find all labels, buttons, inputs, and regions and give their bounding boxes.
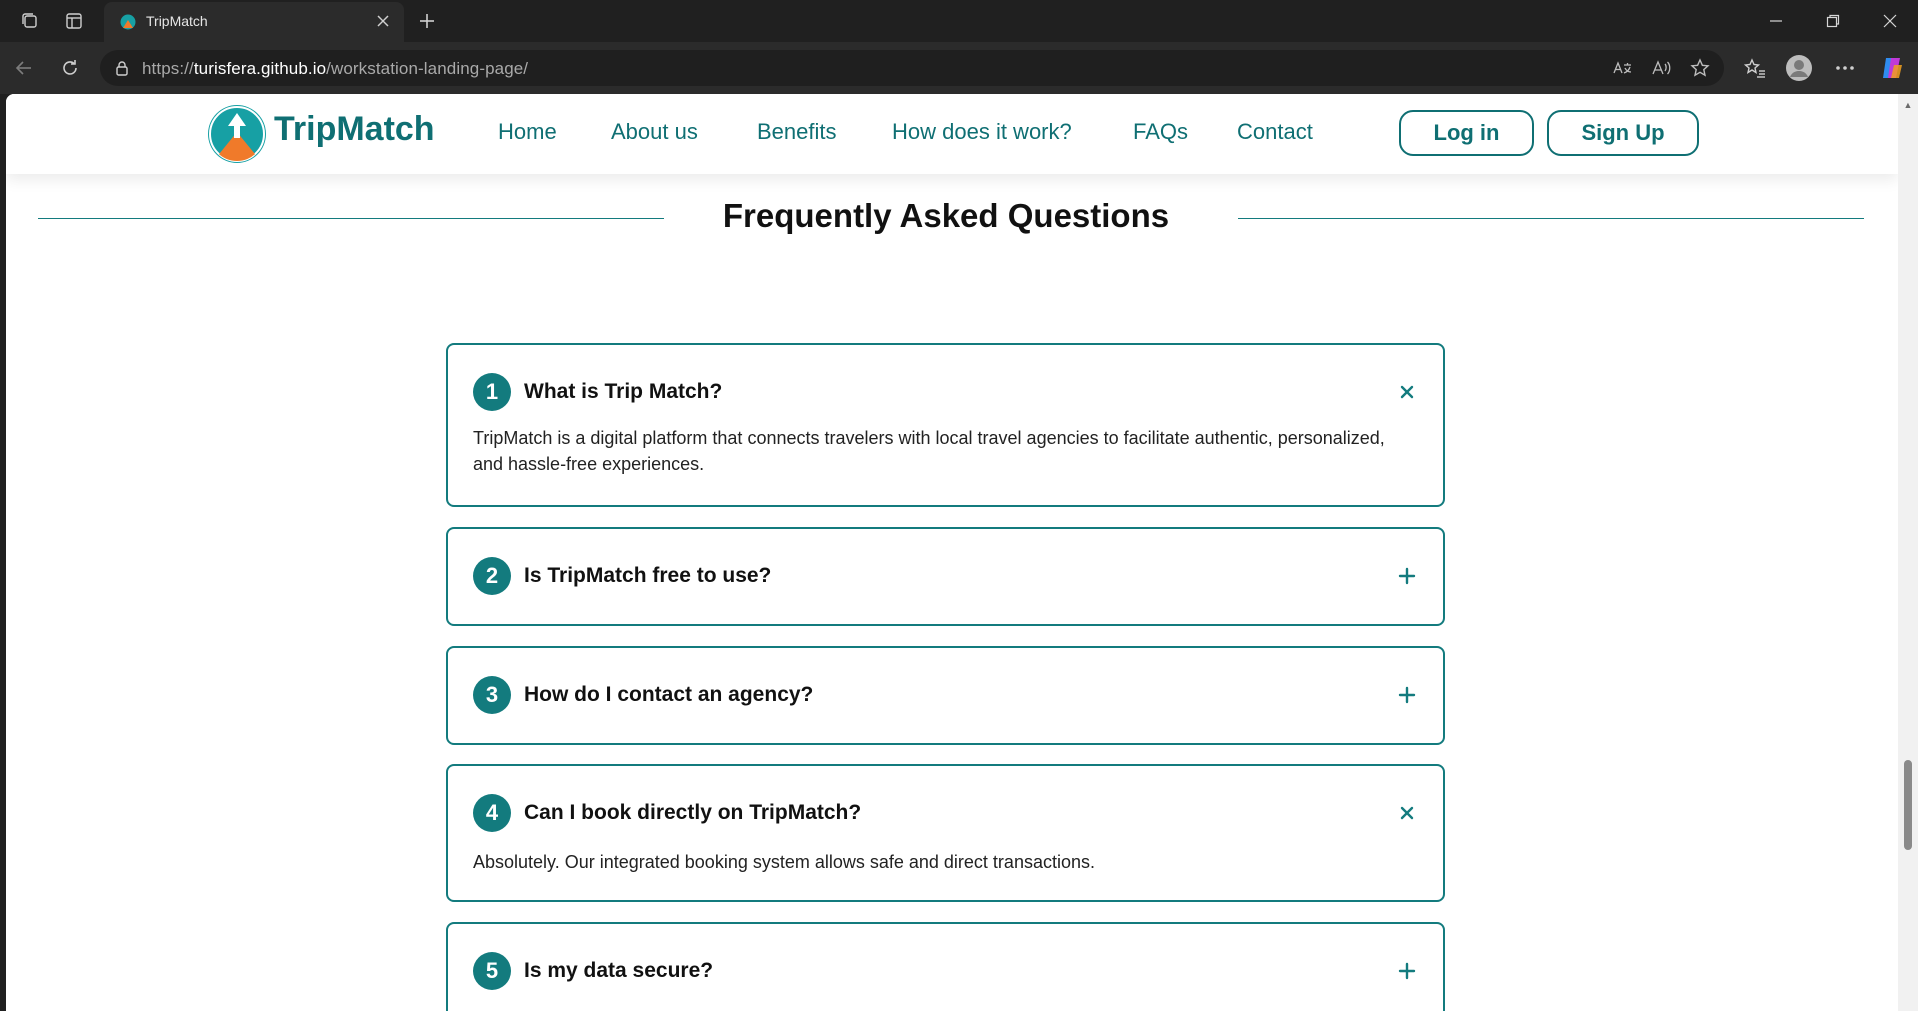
faq-item[interactable]: 3 How do I contact an agency?	[446, 646, 1445, 745]
close-x-icon[interactable]	[1395, 380, 1419, 404]
signup-button[interactable]: Sign Up	[1547, 110, 1699, 156]
close-x-icon[interactable]	[1395, 801, 1419, 825]
back-icon[interactable]	[10, 54, 38, 82]
faq-item: 4 Can I book directly on TripMatch? Abso…	[446, 764, 1445, 902]
scroll-up-icon[interactable]: ▲	[1903, 100, 1913, 110]
vertical-tabs-icon[interactable]	[62, 9, 86, 33]
minimize-icon[interactable]	[1758, 8, 1794, 34]
url-text: https://turisfera.github.io/workstation-…	[142, 59, 528, 79]
faq-question[interactable]: What is Trip Match?	[524, 380, 722, 404]
faq-number-badge: 1	[473, 373, 511, 411]
nav-how-does-it-work[interactable]: How does it work?	[892, 119, 1072, 145]
url-field[interactable]: https://turisfera.github.io/workstation-…	[100, 50, 1724, 86]
faq-number-badge: 5	[473, 952, 511, 990]
faq-item: 1 What is Trip Match? TripMatch is a dig…	[446, 343, 1445, 507]
copilot-icon[interactable]	[1878, 54, 1906, 82]
translate-icon[interactable]	[1610, 57, 1634, 79]
read-aloud-icon[interactable]	[1649, 57, 1673, 79]
faq-question[interactable]: How do I contact an agency?	[524, 683, 813, 707]
url-prefix: https://	[142, 59, 194, 78]
faq-item[interactable]: 2 Is TripMatch free to use?	[446, 527, 1445, 626]
more-icon[interactable]	[1831, 54, 1859, 82]
faq-number-badge: 2	[473, 557, 511, 595]
plus-icon[interactable]	[1395, 959, 1419, 983]
faq-number-badge: 4	[473, 794, 511, 832]
faq-number-badge: 3	[473, 676, 511, 714]
scrollbar-thumb[interactable]	[1904, 760, 1912, 850]
close-window-icon[interactable]	[1872, 8, 1908, 34]
faq-item[interactable]: 5 Is my data secure?	[446, 922, 1445, 1011]
profile-icon[interactable]	[1785, 54, 1813, 82]
tripmatch-logo-icon[interactable]	[207, 104, 267, 164]
browser-tab-bar: TripMatch	[0, 0, 1918, 42]
favorite-star-icon[interactable]	[1688, 57, 1712, 79]
browser-address-bar: https://turisfera.github.io/workstation-…	[0, 42, 1918, 94]
url-path: /workstation-landing-page/	[326, 59, 529, 78]
nav-home[interactable]: Home	[498, 119, 557, 145]
page-scrollbar[interactable]: ▲	[1898, 94, 1918, 1011]
login-button[interactable]: Log in	[1399, 110, 1534, 156]
faq-answer: Absolutely. Our integrated booking syste…	[473, 852, 1095, 872]
faq-title: Frequently Asked Questions	[722, 197, 1170, 234]
faq-question[interactable]: Can I book directly on TripMatch?	[524, 801, 861, 825]
tab-title: TripMatch	[146, 13, 208, 29]
faq-answer: TripMatch is a digital platform that con…	[473, 428, 1385, 474]
favorites-icon[interactable]	[1741, 54, 1769, 82]
plus-icon[interactable]	[1395, 683, 1419, 707]
tab-tripmatch[interactable]: TripMatch	[104, 2, 404, 42]
brand-name[interactable]: TripMatch	[274, 110, 435, 149]
url-host: turisfera.github.io	[193, 59, 327, 78]
site-header: TripMatch Home About us Benefits How doe…	[6, 94, 1898, 174]
tab-actions-icon[interactable]	[18, 9, 42, 33]
refresh-icon[interactable]	[56, 54, 84, 82]
faq-question[interactable]: Is my data secure?	[524, 959, 713, 983]
nav-faqs[interactable]: FAQs	[1133, 119, 1188, 145]
faq-question[interactable]: Is TripMatch free to use?	[524, 564, 771, 588]
tab-favicon-icon	[120, 14, 136, 30]
nav-benefits[interactable]: Benefits	[757, 119, 837, 145]
close-icon[interactable]	[372, 10, 394, 32]
lock-icon[interactable]	[114, 60, 130, 76]
new-tab-icon[interactable]	[414, 8, 440, 34]
nav-about-us[interactable]: About us	[611, 119, 698, 145]
plus-icon[interactable]	[1395, 564, 1419, 588]
nav-contact[interactable]: Contact	[1237, 119, 1313, 145]
restore-icon[interactable]	[1815, 8, 1851, 34]
page-viewport: TripMatch Home About us Benefits How doe…	[6, 94, 1898, 1011]
